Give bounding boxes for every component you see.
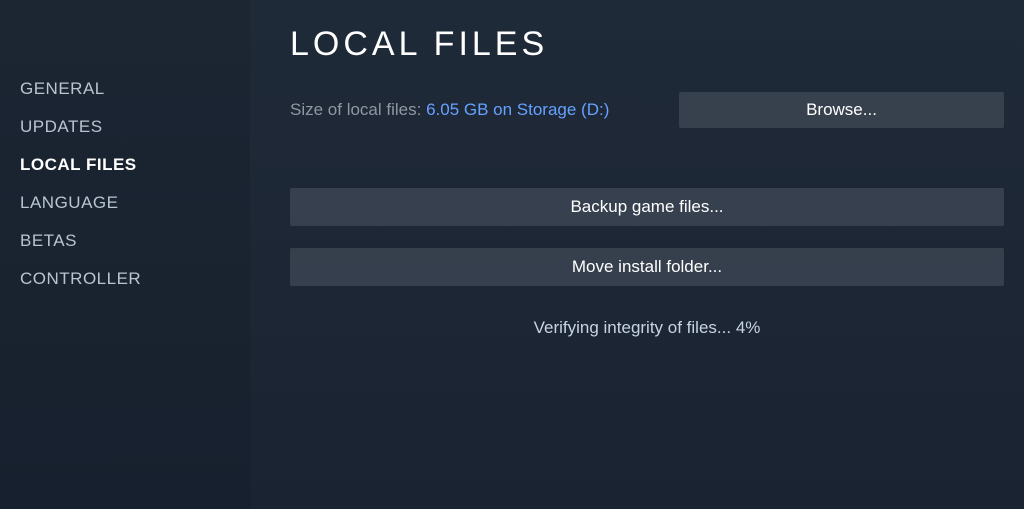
sidebar-item-betas[interactable]: BETAS [20,222,250,260]
verify-status: Verifying integrity of files... 4% [290,318,1004,338]
sidebar-item-language[interactable]: LANGUAGE [20,184,250,222]
sidebar-item-general[interactable]: GENERAL [20,70,250,108]
move-folder-button[interactable]: Move install folder... [290,248,1004,286]
size-value: 6.05 GB on Storage (D:) [426,100,609,119]
sidebar: GENERAL UPDATES LOCAL FILES LANGUAGE BET… [0,0,250,509]
sidebar-item-updates[interactable]: UPDATES [20,108,250,146]
size-label: Size of local files: [290,100,426,119]
main-panel: LOCAL FILES Size of local files: 6.05 GB… [250,0,1024,509]
size-text: Size of local files: 6.05 GB on Storage … [290,100,609,120]
page-title: LOCAL FILES [290,25,1004,64]
verify-status-percent: 4% [736,318,761,337]
sidebar-item-local-files[interactable]: LOCAL FILES [20,146,250,184]
verify-status-label: Verifying integrity of files... [534,318,736,337]
sidebar-item-controller[interactable]: CONTROLLER [20,260,250,298]
size-row: Size of local files: 6.05 GB on Storage … [290,92,1004,128]
browse-button[interactable]: Browse... [679,92,1004,128]
backup-button[interactable]: Backup game files... [290,188,1004,226]
